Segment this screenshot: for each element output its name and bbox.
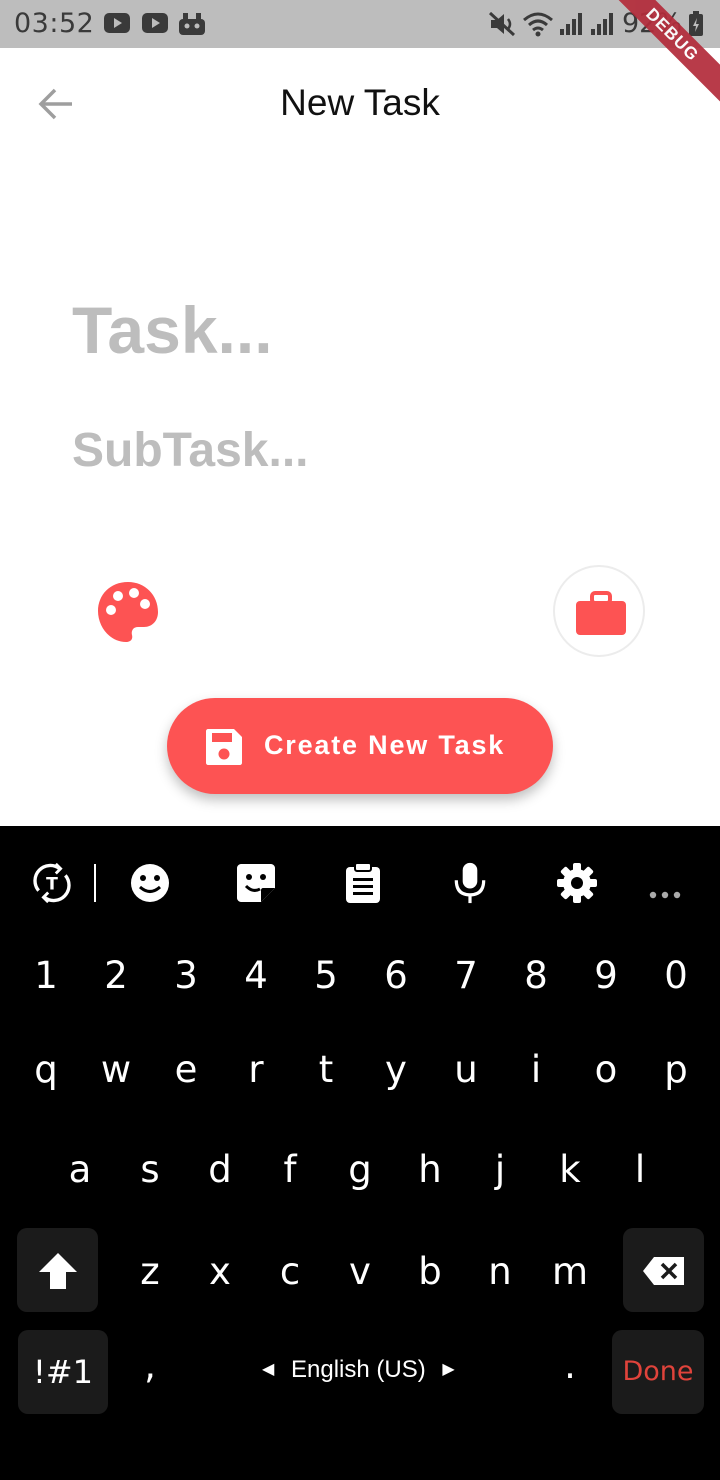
key-8[interactable]: 8 — [506, 954, 566, 997]
key-6[interactable]: 6 — [366, 954, 426, 997]
page-title: New Task — [280, 82, 440, 123]
palette-icon — [98, 582, 158, 642]
key-x[interactable]: x — [190, 1250, 250, 1293]
symbols-key[interactable]: !#1 — [18, 1330, 108, 1414]
key-n[interactable]: n — [470, 1250, 530, 1293]
comma-key[interactable]: , — [120, 1344, 180, 1387]
settings-icon[interactable] — [556, 862, 598, 904]
youtube-icon — [142, 13, 168, 33]
key-f[interactable]: f — [260, 1148, 320, 1191]
key-y[interactable]: y — [366, 1048, 426, 1091]
toolbar-divider — [94, 864, 96, 902]
more-icon[interactable] — [648, 874, 682, 916]
clipboard-icon[interactable] — [344, 862, 382, 904]
shift-key[interactable] — [17, 1228, 98, 1312]
category-button[interactable] — [553, 565, 645, 657]
key-v[interactable]: v — [330, 1250, 390, 1293]
soft-keyboard: T 1 2 3 4 5 6 7 8 9 0 q w e r t y u i o … — [0, 826, 720, 1480]
done-key[interactable]: Done — [612, 1330, 704, 1414]
mute-icon — [488, 11, 516, 37]
signal-icon — [560, 13, 582, 35]
key-3[interactable]: 3 — [156, 954, 216, 997]
key-z[interactable]: z — [120, 1250, 180, 1293]
briefcase-icon — [576, 591, 626, 635]
key-b[interactable]: b — [400, 1250, 460, 1293]
key-t[interactable]: t — [296, 1048, 356, 1091]
status-time: 03:52 — [14, 8, 95, 39]
key-w[interactable]: w — [86, 1048, 146, 1091]
key-c[interactable]: c — [260, 1250, 320, 1293]
language-next-icon: ▶ — [442, 1361, 455, 1378]
key-o[interactable]: o — [576, 1048, 636, 1091]
save-icon — [206, 729, 242, 765]
create-task-label: Create New Task — [264, 730, 506, 760]
backspace-key[interactable] — [623, 1228, 704, 1312]
key-9[interactable]: 9 — [576, 954, 636, 997]
key-i[interactable]: i — [506, 1048, 566, 1091]
wifi-icon — [523, 12, 553, 37]
key-s[interactable]: s — [120, 1148, 180, 1191]
language-label: English (US) — [290, 1356, 426, 1383]
key-4[interactable]: 4 — [226, 954, 286, 997]
subtask-input[interactable] — [72, 420, 652, 480]
key-h[interactable]: h — [400, 1148, 460, 1191]
key-2[interactable]: 2 — [86, 954, 146, 997]
key-l[interactable]: l — [610, 1148, 670, 1191]
language-prev-icon: ◀ — [262, 1361, 275, 1378]
svg-text:T: T — [46, 875, 58, 895]
key-j[interactable]: j — [470, 1148, 530, 1191]
key-r[interactable]: r — [226, 1048, 286, 1091]
text-mode-icon[interactable]: T — [30, 862, 74, 904]
key-m[interactable]: m — [540, 1250, 600, 1293]
battery-icon — [689, 11, 703, 36]
emoji-icon[interactable] — [129, 862, 171, 904]
key-1[interactable]: 1 — [16, 954, 76, 997]
color-picker-button[interactable] — [96, 580, 160, 644]
key-u[interactable]: u — [436, 1048, 496, 1091]
key-q[interactable]: q — [16, 1048, 76, 1091]
microphone-icon[interactable] — [452, 862, 488, 904]
key-p[interactable]: p — [646, 1048, 706, 1091]
key-a[interactable]: a — [50, 1148, 110, 1191]
key-7[interactable]: 7 — [436, 954, 496, 997]
backspace-icon — [642, 1257, 684, 1285]
signal-icon — [591, 13, 613, 35]
key-5[interactable]: 5 — [296, 954, 356, 997]
key-k[interactable]: k — [540, 1148, 600, 1191]
key-e[interactable]: e — [156, 1048, 216, 1091]
task-input[interactable] — [72, 290, 652, 370]
youtube-icon — [104, 13, 130, 33]
game-icon — [179, 13, 205, 35]
shift-icon — [38, 1253, 77, 1289]
period-key[interactable]: . — [540, 1344, 600, 1387]
key-0[interactable]: 0 — [646, 954, 706, 997]
space-key[interactable]: ◀ English (US) ▶ — [262, 1356, 455, 1384]
create-task-button[interactable]: Create New Task — [167, 698, 553, 794]
status-bar: 03:52 92% — [0, 0, 720, 48]
key-d[interactable]: d — [190, 1148, 250, 1191]
sticker-icon[interactable] — [235, 862, 277, 904]
key-g[interactable]: g — [330, 1148, 390, 1191]
